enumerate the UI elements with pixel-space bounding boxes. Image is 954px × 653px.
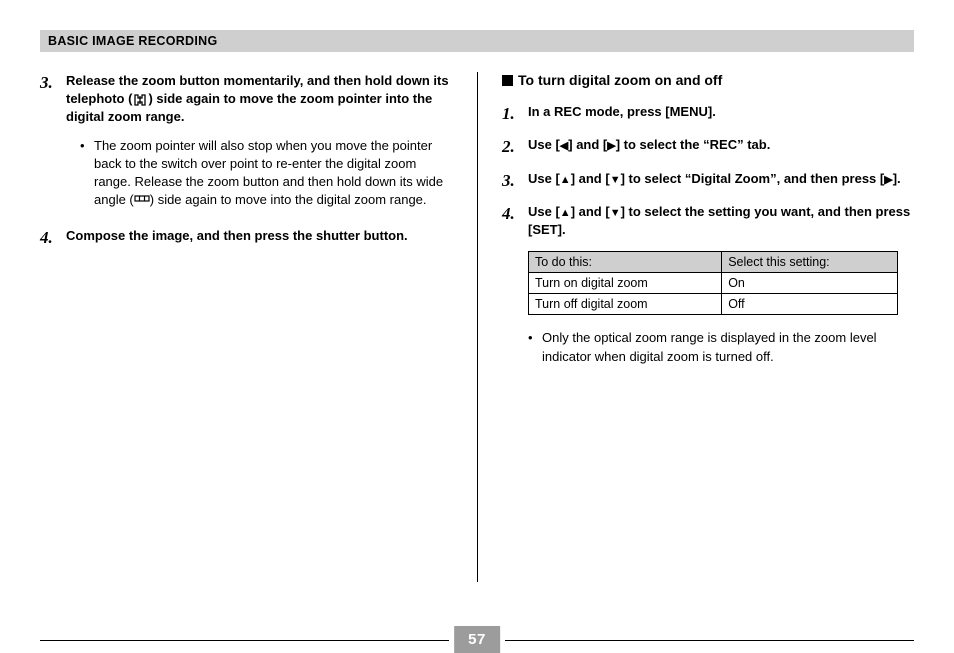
post-table-note: • Only the optical zoom range is display… <box>528 329 914 365</box>
text-part: Use [ <box>528 171 560 186</box>
settings-table: To do this: Select this setting: Turn on… <box>528 251 898 315</box>
text-part: ]. <box>893 171 901 186</box>
table-row: Turn on digital zoom On <box>529 273 898 294</box>
step-3: 3. Use [▲] and [▼] to select “Digital Zo… <box>502 170 914 191</box>
step-number: 4. <box>502 203 528 240</box>
column-divider <box>477 72 478 582</box>
text-part: Use [ <box>528 204 560 219</box>
bullet-marker: • <box>528 329 542 365</box>
footer-rule-left <box>40 640 449 641</box>
telephoto-icon <box>133 94 147 106</box>
subsection-heading: To turn digital zoom on and off <box>502 72 914 89</box>
step-1: 1. In a REC mode, press [MENU]. <box>502 103 914 124</box>
manual-page: BASIC IMAGE RECORDING 3. Release the zoo… <box>0 0 954 646</box>
left-column: 3. Release the zoom button momentarily, … <box>40 72 477 366</box>
text-part: ] to select the “REC” tab. <box>616 137 771 152</box>
right-column: To turn digital zoom on and off 1. In a … <box>477 72 914 366</box>
heading-text: To turn digital zoom on and off <box>518 72 722 88</box>
text-part: ) side again to move into the digital zo… <box>150 192 427 207</box>
step-text: In a REC mode, press [MENU]. <box>528 103 914 124</box>
step-text: Release the zoom button momentarily, and… <box>66 72 452 127</box>
table-cell: On <box>722 273 898 294</box>
step-number: 4. <box>40 227 66 248</box>
step-number: 3. <box>502 170 528 191</box>
text-part: ] and [ <box>568 137 607 152</box>
table-header: To do this: <box>529 252 722 273</box>
bullet-text: The zoom pointer will also stop when you… <box>94 137 452 210</box>
footer-rule-right <box>505 640 914 641</box>
content-columns: 3. Release the zoom button momentarily, … <box>40 72 914 366</box>
text-part: ] and [ <box>571 204 610 219</box>
step-3-note: • The zoom pointer will also stop when y… <box>80 137 452 210</box>
table-row: Turn off digital zoom Off <box>529 294 898 315</box>
table-cell: Turn on digital zoom <box>529 273 722 294</box>
page-number: 57 <box>454 626 500 653</box>
step-text: Compose the image, and then press the sh… <box>66 227 452 248</box>
step-text: Use [▲] and [▼] to select “Digital Zoom”… <box>528 170 914 191</box>
up-arrow-icon: ▲ <box>560 173 571 188</box>
step-number: 3. <box>40 72 66 127</box>
step-4: 4. Use [▲] and [▼] to select the setting… <box>502 203 914 240</box>
up-arrow-icon: ▲ <box>560 206 571 221</box>
square-bullet-icon <box>502 73 513 89</box>
table-header-row: To do this: Select this setting: <box>529 252 898 273</box>
text-part: ] to select “Digital Zoom”, and then pre… <box>621 171 885 186</box>
bullet-item: • The zoom pointer will also stop when y… <box>80 137 452 210</box>
step-text: Use [◀] and [▶] to select the “REC” tab. <box>528 136 914 157</box>
bullet-marker: • <box>80 137 94 210</box>
bullet-text: Only the optical zoom range is displayed… <box>542 329 914 365</box>
table-cell: Off <box>722 294 898 315</box>
wide-angle-icon <box>134 192 150 207</box>
table-header: Select this setting: <box>722 252 898 273</box>
text-part: ] and [ <box>571 171 610 186</box>
step-4: 4. Compose the image, and then press the… <box>40 227 452 248</box>
step-2: 2. Use [◀] and [▶] to select the “REC” t… <box>502 136 914 157</box>
step-number: 2. <box>502 136 528 157</box>
procedure-steps: 1. In a REC mode, press [MENU]. 2. Use [… <box>502 103 914 239</box>
down-arrow-icon: ▼ <box>610 173 621 188</box>
right-arrow-icon: ▶ <box>607 139 615 154</box>
step-3: 3. Release the zoom button momentarily, … <box>40 72 452 127</box>
right-arrow-icon: ▶ <box>884 173 892 188</box>
step-number: 1. <box>502 103 528 124</box>
table-cell: Turn off digital zoom <box>529 294 722 315</box>
bullet-item: • Only the optical zoom range is display… <box>528 329 914 365</box>
down-arrow-icon: ▼ <box>610 206 621 221</box>
text-part: Use [ <box>528 137 560 152</box>
section-header: BASIC IMAGE RECORDING <box>40 30 914 52</box>
left-arrow-icon: ◀ <box>560 139 568 154</box>
step-text: Use [▲] and [▼] to select the setting yo… <box>528 203 914 240</box>
